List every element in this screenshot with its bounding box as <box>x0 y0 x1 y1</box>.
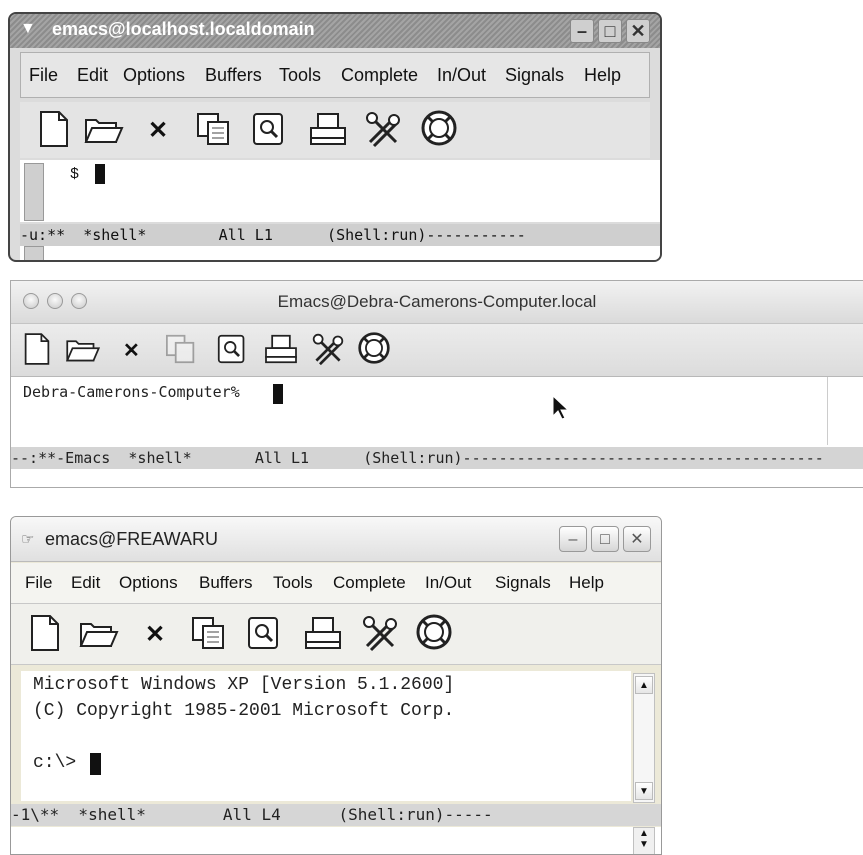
mode-line: --:**-Emacs *shell* All L1 (Shell:run)--… <box>11 447 863 469</box>
title-bar: Emacs@Debra-Camerons-Computer.local <box>11 281 863 324</box>
output-line: (C) Copyright 1985-2001 Microsoft Corp. <box>33 701 455 721</box>
menu-file[interactable]: File <box>29 65 58 86</box>
window-title: Emacs@Debra-Camerons-Computer.local <box>277 292 597 311</box>
minibuffer[interactable] <box>11 827 661 854</box>
copy-icon[interactable] <box>196 112 232 146</box>
close-icon[interactable]: ✕ <box>123 338 140 363</box>
mode-line: -1\** *shell* All L4 (Shell:run)----- <box>11 804 661 826</box>
emacs-window-mac: Emacs@Debra-Camerons-Computer.local ✕ De… <box>10 280 863 488</box>
minibuffer[interactable] <box>20 246 660 260</box>
new-file-icon[interactable] <box>29 614 61 652</box>
menu-tools[interactable]: Tools <box>279 65 321 86</box>
mouse-pointer-icon <box>552 395 569 420</box>
emacs-window-linux: ▼ emacs@localhost.localdomain – □ ✕ File… <box>8 12 662 262</box>
minimize-button[interactable]: – <box>559 526 587 552</box>
menu-complete[interactable]: Complete <box>333 573 406 593</box>
menu-edit[interactable]: Edit <box>77 65 108 86</box>
open-folder-icon[interactable] <box>79 618 119 650</box>
menu-bar: File Edit Options Buffers Tools Complete… <box>11 563 661 604</box>
menu-options[interactable]: Options <box>123 65 185 86</box>
shell-prompt: $ <box>70 166 80 183</box>
open-folder-icon[interactable] <box>65 336 101 364</box>
text-cursor <box>90 753 101 775</box>
scroll-down-button[interactable]: ▼ <box>635 782 653 800</box>
menu-complete[interactable]: Complete <box>341 65 418 86</box>
window-menu-icon[interactable]: ▼ <box>20 20 42 40</box>
find-icon[interactable] <box>252 112 286 146</box>
copy-icon[interactable] <box>165 334 197 364</box>
minibuffer-scrollbar[interactable]: ▲ ▼ <box>633 827 655 854</box>
mode-line: -u:** *shell* All L1 (Shell:run)--------… <box>20 224 660 246</box>
close-icon[interactable]: ✕ <box>148 116 168 145</box>
output-line: Microsoft Windows XP [Version 5.1.2600] <box>33 675 455 695</box>
title-bar: ☞ emacs@FREAWARU – □ ✕ <box>11 517 661 562</box>
find-icon[interactable] <box>247 616 281 650</box>
toolbar: ✕ <box>11 324 863 377</box>
copy-icon[interactable] <box>191 616 227 650</box>
vertical-scrollbar[interactable]: ▲ ▼ <box>633 673 655 803</box>
menu-bar: File Edit Options Buffers Tools Complete… <box>20 52 650 98</box>
scrollbar[interactable] <box>24 163 44 221</box>
menu-buffers[interactable]: Buffers <box>199 573 253 593</box>
minibuffer-scrollbar[interactable] <box>24 246 44 260</box>
window-title: emacs@FREAWARU <box>45 529 218 549</box>
new-file-icon[interactable] <box>38 110 70 148</box>
maximize-button[interactable]: □ <box>598 19 622 43</box>
menu-in-out[interactable]: In/Out <box>425 573 471 593</box>
menu-file[interactable]: File <box>25 573 52 593</box>
menu-help[interactable]: Help <box>569 573 604 593</box>
text-cursor <box>273 384 283 404</box>
menu-options[interactable]: Options <box>119 573 178 593</box>
close-window-button[interactable]: ✕ <box>623 526 651 552</box>
menu-in-out[interactable]: In/Out <box>437 65 486 86</box>
menu-signals[interactable]: Signals <box>505 65 564 86</box>
scroll-up-button[interactable]: ▲ <box>635 676 653 694</box>
scrollbar-track[interactable] <box>827 377 828 445</box>
find-icon[interactable] <box>217 334 247 364</box>
title-bar: ▼ emacs@localhost.localdomain – □ ✕ <box>10 14 660 48</box>
print-icon[interactable] <box>263 334 299 364</box>
new-file-icon[interactable] <box>23 332 51 366</box>
preferences-icon[interactable] <box>361 614 399 652</box>
text-cursor <box>95 164 105 184</box>
help-icon[interactable] <box>420 108 458 148</box>
menu-signals[interactable]: Signals <box>495 573 551 593</box>
menu-tools[interactable]: Tools <box>273 573 313 593</box>
shell-buffer[interactable] <box>20 160 660 222</box>
minimize-button[interactable]: – <box>570 19 594 43</box>
help-icon[interactable] <box>415 612 453 652</box>
menu-edit[interactable]: Edit <box>71 573 100 593</box>
toolbar: ✕ <box>20 102 650 158</box>
shell-prompt: Debra-Camerons-Computer% <box>23 383 240 401</box>
menu-help[interactable]: Help <box>584 65 621 86</box>
emacs-app-icon[interactable]: ☞ <box>21 530 39 548</box>
menu-buffers[interactable]: Buffers <box>205 65 262 86</box>
preferences-icon[interactable] <box>311 332 345 366</box>
close-icon[interactable]: ✕ <box>145 620 165 649</box>
window-title: emacs@localhost.localdomain <box>52 19 315 39</box>
shell-prompt: c:\> <box>33 753 77 773</box>
print-icon[interactable] <box>308 112 348 146</box>
close-window-button[interactable]: ✕ <box>626 19 650 43</box>
print-icon[interactable] <box>303 616 343 650</box>
emacs-window-xp: ☞ emacs@FREAWARU – □ ✕ File Edit Options… <box>10 516 662 855</box>
preferences-icon[interactable] <box>364 110 402 148</box>
toolbar: ✕ <box>11 604 661 665</box>
open-folder-icon[interactable] <box>84 114 124 146</box>
help-icon[interactable] <box>357 330 391 366</box>
maximize-button[interactable]: □ <box>591 526 619 552</box>
